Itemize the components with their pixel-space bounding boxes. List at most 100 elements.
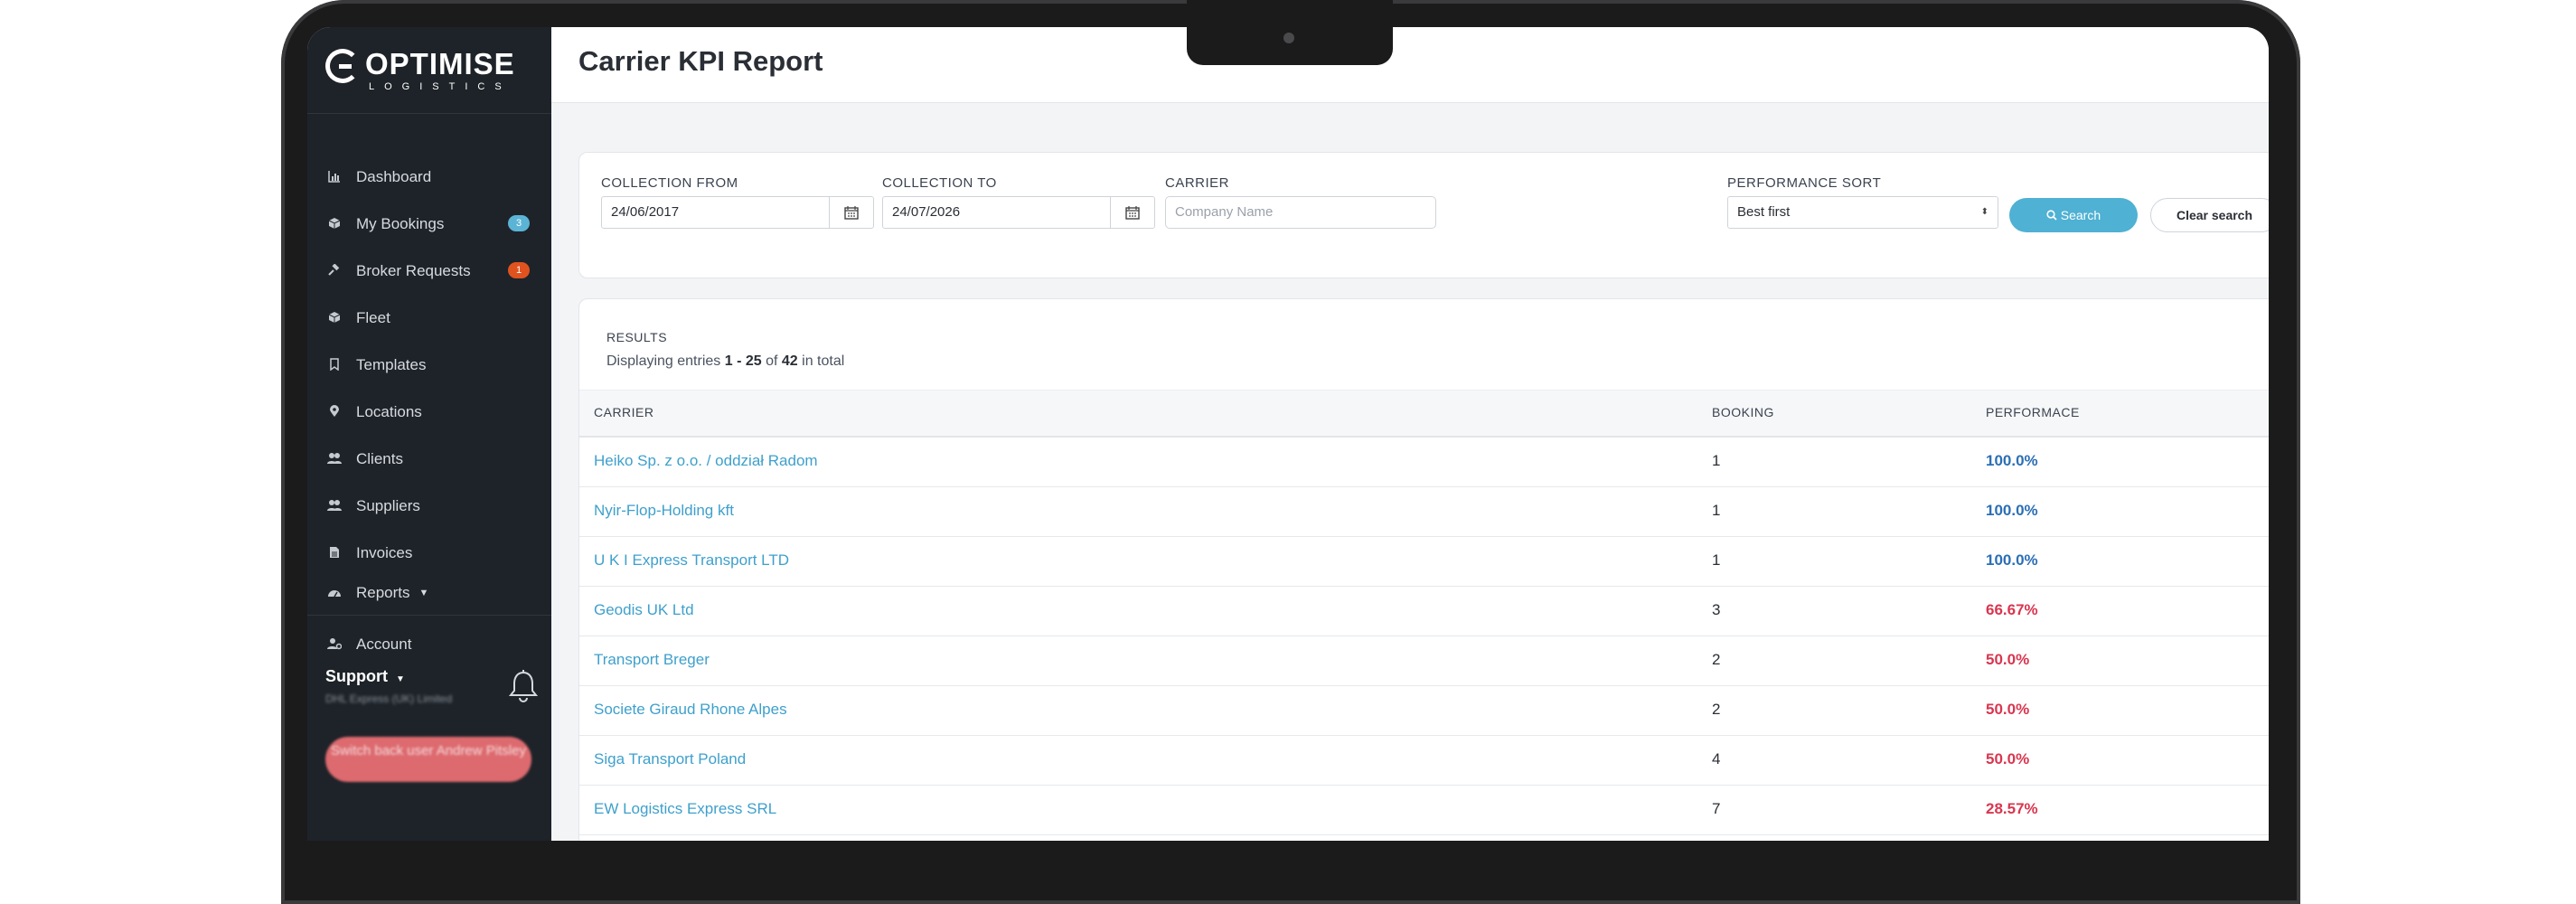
sidebar-item-label: My Bookings — [356, 215, 445, 232]
cube-icon — [325, 311, 343, 326]
search-button-label: Search — [2060, 208, 2101, 222]
divider — [307, 113, 551, 114]
carrier-link[interactable]: U K I Express Transport LTD — [594, 551, 789, 570]
dashboard-icon — [325, 586, 343, 601]
page-title: Carrier KPI Report — [578, 45, 823, 77]
sidebar-item-my-bookings[interactable]: My Bookings 3 — [307, 201, 551, 248]
table-row[interactable]: Siga Transport Poland 4 50.0% — [579, 735, 2269, 786]
support-menu[interactable]: Support ▼ — [325, 667, 405, 686]
sidebar-item-account[interactable]: Account — [307, 621, 551, 668]
carrier-link[interactable]: Heiko Sp. z o.o. / oddział Radom — [594, 452, 818, 470]
sidebar-item-broker-requests[interactable]: Broker Requests 1 — [307, 248, 551, 295]
column-header-carrier[interactable]: CARRIER — [594, 405, 654, 419]
performance-sort-value: Best first — [1737, 204, 1791, 220]
results-title: RESULTS — [606, 330, 668, 344]
gavel-icon — [325, 262, 343, 279]
select-arrows-icon: ⬍ — [1980, 207, 1988, 217]
calendar-icon[interactable] — [829, 197, 873, 228]
switch-back-user-button[interactable]: Switch back user Andrew Pitsley — [325, 737, 531, 782]
topbar: Carrier KPI Report — [551, 27, 2269, 103]
carrier-link[interactable]: EW Logistics Express SRL — [594, 800, 776, 818]
booking-count: 7 — [1712, 800, 1721, 817]
collection-to-label: COLLECTION TO — [882, 175, 997, 191]
carrier-search-input[interactable]: Company Name — [1165, 196, 1436, 229]
summary-suffix: in total — [802, 353, 845, 369]
summary-prefix: Displaying entries — [606, 353, 721, 369]
table-row[interactable]: U K I Express Transport LTD 1 100.0% — [579, 536, 2269, 587]
performance-value: 100.0% — [1986, 551, 2038, 569]
performance-value: 66.67% — [1986, 601, 2038, 618]
divider — [307, 615, 551, 616]
calendar-icon[interactable] — [1110, 197, 1154, 228]
users-icon — [325, 499, 343, 514]
sidebar-item-label: Fleet — [356, 309, 390, 326]
performance-value: 50.0% — [1986, 701, 2030, 718]
collection-from-value: 24/06/2017 — [611, 204, 680, 220]
table-row[interactable]: Societe Giraud Rhone Alpes 2 50.0% — [579, 685, 2269, 736]
performance-sort-select[interactable]: Best first ⬍ — [1727, 196, 1998, 229]
sidebar-item-reports[interactable]: Reports ▼ — [307, 577, 551, 609]
performance-value: 50.0% — [1986, 651, 2030, 668]
results-summary: Displaying entries 1 - 25 of 42 in total — [606, 353, 844, 370]
screen: OPTIMISE LOGISTICS Dashboard My Bookings… — [307, 27, 2269, 841]
summary-of: of — [766, 353, 778, 369]
collection-from-label: COLLECTION FROM — [601, 175, 738, 191]
performance-value: 50.0% — [1986, 750, 2030, 767]
table-row[interactable]: Geodis UK Ltd 3 66.67% — [579, 586, 2269, 636]
sidebar-item-label: Locations — [356, 403, 422, 420]
notification-bell-icon[interactable] — [508, 669, 539, 705]
table-row[interactable]: EW Logistics Express SRL 7 28.57% — [579, 785, 2269, 835]
carrier-label: CARRIER — [1165, 175, 1230, 191]
users-icon — [325, 452, 343, 467]
sidebar-item-dashboard[interactable]: Dashboard — [307, 154, 551, 201]
sidebar-item-invoices[interactable]: Invoices — [307, 530, 551, 577]
camera-icon — [1283, 33, 1294, 43]
results-card: RESULTS Displaying entries 1 - 25 of 42 … — [578, 298, 2269, 841]
collection-from-input[interactable]: 24/06/2017 — [601, 196, 874, 229]
booking-count: 1 — [1712, 452, 1721, 469]
booking-count: 2 — [1712, 651, 1721, 668]
table-row[interactable]: Transport Breger 2 50.0% — [579, 636, 2269, 686]
sidebar-item-label: Invoices — [356, 544, 413, 561]
column-header-performance[interactable]: PERFORMACE — [1986, 405, 2080, 419]
carrier-link[interactable]: Transport Breger — [594, 651, 710, 669]
search-button[interactable]: Search — [2009, 198, 2138, 232]
carrier-link[interactable]: Societe Giraud Rhone Alpes — [594, 701, 787, 719]
performance-sort-label: PERFORMANCE SORT — [1727, 175, 1882, 191]
table-row[interactable]: Heiko Sp. z o.o. / oddział Radom 1 100.0% — [579, 437, 2269, 487]
support-label: Support — [325, 667, 388, 685]
carrier-link[interactable]: Siga Transport Poland — [594, 750, 746, 768]
clear-search-button[interactable]: Clear search — [2150, 198, 2269, 232]
chevron-down-icon: ▼ — [396, 674, 405, 684]
carrier-link[interactable]: Nyir-Flop-Holding kft — [594, 502, 734, 520]
logo-text: OPTIMISE — [365, 47, 515, 80]
chevron-down-icon: ▼ — [418, 588, 429, 598]
sidebar-item-label: Broker Requests — [356, 262, 471, 279]
collection-to-input[interactable]: 24/07/2026 — [882, 196, 1155, 229]
sidebar-item-label: Suppliers — [356, 497, 420, 514]
laptop-notch — [1187, 0, 1393, 65]
carrier-link[interactable]: Geodis UK Ltd — [594, 601, 694, 619]
main-content: Carrier KPI Report COLLECTION FROM 24/06… — [551, 27, 2269, 841]
sidebar: OPTIMISE LOGISTICS Dashboard My Bookings… — [307, 27, 551, 841]
sidebar-item-clients[interactable]: Clients — [307, 436, 551, 483]
map-pin-icon — [325, 404, 343, 420]
bookings-count-badge: 3 — [508, 215, 530, 231]
bar-chart-icon — [325, 170, 343, 185]
sidebar-item-templates[interactable]: Templates — [307, 342, 551, 389]
support-company: DHL Express (UK) Limited — [325, 692, 453, 705]
collection-to-value: 24/07/2026 — [892, 204, 961, 220]
filter-card: COLLECTION FROM 24/06/2017 COLLECTION TO… — [578, 152, 2269, 278]
table-row[interactable]: Nyir-Flop-Holding kft 1 100.0% — [579, 486, 2269, 537]
column-header-booking[interactable]: BOOKING — [1712, 405, 1774, 419]
sidebar-item-locations[interactable]: Locations — [307, 389, 551, 436]
booking-count: 2 — [1712, 701, 1721, 718]
booking-count: 3 — [1712, 601, 1721, 618]
logo-subtext: LOGISTICS — [369, 81, 512, 92]
booking-count: 4 — [1712, 750, 1721, 767]
sidebar-item-suppliers[interactable]: Suppliers — [307, 483, 551, 530]
logo-mark-icon — [325, 49, 360, 83]
sidebar-item-fleet[interactable]: Fleet — [307, 295, 551, 342]
sidebar-item-label: Reports — [356, 584, 410, 601]
sidebar-nav: Dashboard My Bookings 3 Broker Requests … — [307, 154, 551, 668]
